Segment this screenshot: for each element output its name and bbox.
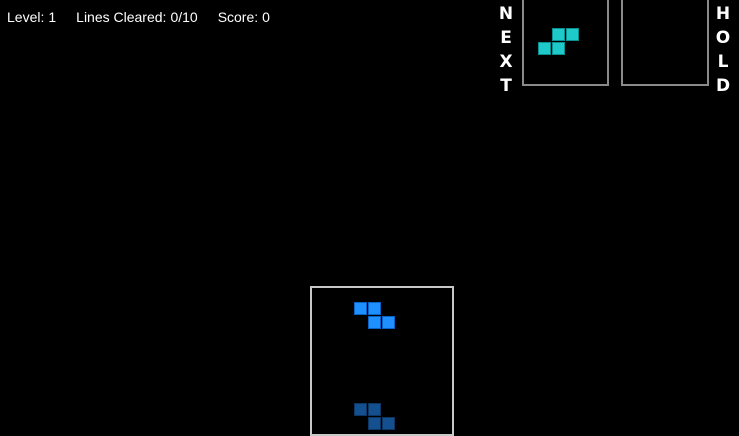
playfield [310, 286, 454, 436]
active-piece-cell [382, 316, 395, 329]
next-label-letter: E [500, 28, 512, 48]
next-label-letter: T [500, 76, 512, 96]
next-piece-cell [566, 28, 579, 41]
next-piece-cell [538, 42, 551, 55]
score-stat: Score: 0 [218, 9, 270, 25]
hold-panel [621, 0, 709, 86]
lines-stat: Lines Cleared: 0/10 [76, 9, 198, 25]
ghost-piece-cell [368, 417, 381, 430]
next-piece-cell [552, 42, 565, 55]
hold-label: H O L D [716, 2, 730, 98]
hold-label-letter: D [715, 76, 731, 96]
level-value: 1 [48, 9, 57, 25]
level-label: Level: [7, 9, 45, 25]
level-stat: Level: 1 [7, 9, 56, 25]
hold-label-letter: O [715, 28, 731, 48]
next-label-letter: N [498, 4, 514, 24]
hud: Level: 1 Lines Cleared: 0/10 Score: 0 [7, 9, 270, 25]
active-piece-cell [354, 302, 367, 315]
next-panel [522, 0, 609, 86]
active-piece-cell [368, 302, 381, 315]
next-label: N E X T [499, 2, 513, 98]
hold-label-letter: L [717, 52, 729, 72]
ghost-piece-cell [368, 403, 381, 416]
score-value: 0 [262, 9, 270, 25]
ghost-piece-cell [354, 403, 367, 416]
active-piece-cell [368, 316, 381, 329]
hold-label-letter: H [715, 4, 731, 24]
lines-label: Lines Cleared: [76, 9, 167, 25]
next-label-letter: X [499, 52, 513, 72]
score-label: Score: [217, 9, 259, 25]
next-piece-cell [552, 28, 565, 41]
lines-value: 0/10 [170, 9, 198, 25]
ghost-piece-cell [382, 417, 395, 430]
